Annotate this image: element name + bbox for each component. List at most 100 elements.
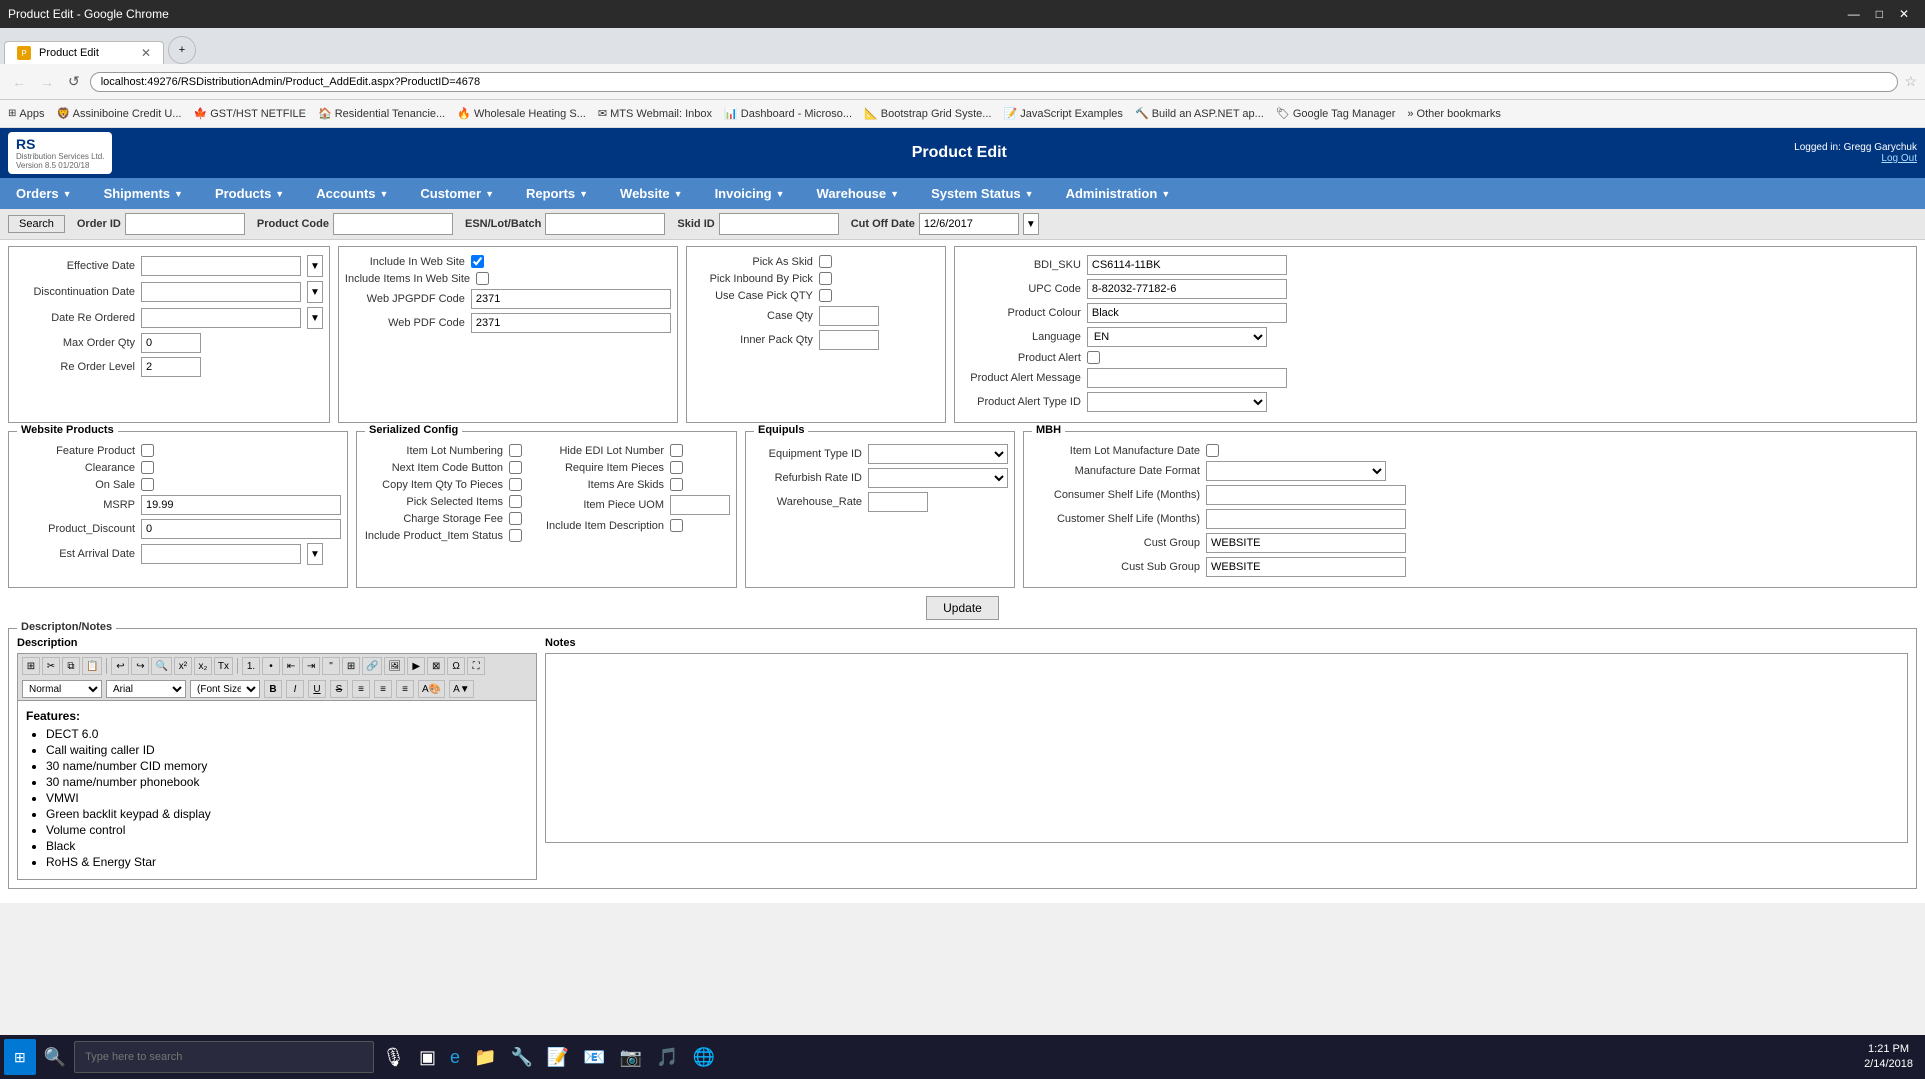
nav-customer[interactable]: Customer ▼ — [404, 178, 510, 209]
active-tab[interactable]: P Product Edit ✕ — [4, 41, 164, 64]
pick-inbound-checkbox[interactable] — [819, 272, 832, 285]
taskbar-cortana-btn[interactable]: 🎙 — [376, 1039, 411, 1075]
bookmark-bootstrap[interactable]: 📐 Bootstrap Grid Syste... — [864, 107, 991, 120]
bookmark-star[interactable]: ☆ — [1904, 73, 1917, 90]
refresh-btn[interactable]: ↺ — [64, 71, 84, 92]
re-order-level-input[interactable] — [141, 357, 201, 377]
cut-off-date-dropdown[interactable]: ▼ — [1023, 213, 1039, 235]
rte-align-center-btn[interactable]: ≡ — [374, 680, 392, 698]
product-discount-input[interactable] — [141, 519, 341, 539]
nav-invoicing[interactable]: Invoicing ▼ — [699, 178, 801, 209]
mfr-date-format-select[interactable] — [1206, 461, 1386, 481]
rte-symbol-btn[interactable]: Ω — [447, 657, 465, 675]
forward-btn[interactable]: → — [36, 72, 58, 92]
rte-style-select[interactable]: Normal — [22, 680, 102, 698]
on-sale-checkbox[interactable] — [141, 478, 154, 491]
rte-flash-btn[interactable]: ▶ — [407, 657, 425, 675]
rte-subscript-btn[interactable]: x₂ — [194, 657, 212, 675]
rte-table2-btn[interactable]: ⊠ — [427, 657, 445, 675]
cut-off-date-input[interactable] — [919, 213, 1019, 235]
taskbar-app5[interactable]: 🎵 — [650, 1039, 684, 1075]
rte-content[interactable]: Features: DECT 6.0 Call waiting caller I… — [17, 700, 537, 880]
nav-shipments[interactable]: Shipments ▼ — [88, 178, 199, 209]
bookmark-dashboard[interactable]: 📊 Dashboard - Microso... — [724, 107, 852, 120]
bdi-sku-input[interactable] — [1087, 255, 1287, 275]
minimize-btn[interactable]: — — [1840, 7, 1868, 21]
taskbar-task-view-btn[interactable]: ▣ — [413, 1039, 442, 1075]
nav-website[interactable]: Website ▼ — [604, 178, 699, 209]
address-input[interactable]: localhost:49276/RSDistributionAdmin/Prod… — [90, 72, 1899, 92]
product-colour-input[interactable] — [1087, 303, 1287, 323]
product-alert-type-select[interactable] — [1087, 392, 1267, 412]
discontinuation-date-input[interactable] — [141, 282, 301, 302]
nav-reports[interactable]: Reports ▼ — [510, 178, 604, 209]
rte-copy-btn[interactable]: ⧉ — [62, 657, 80, 675]
effective-date-input[interactable] — [141, 256, 301, 276]
copy-item-qty-checkbox[interactable] — [509, 478, 522, 491]
cust-group-input[interactable] — [1206, 533, 1406, 553]
bookmark-gtm[interactable]: 🏷 Google Tag Manager — [1276, 107, 1396, 120]
tab-close-btn[interactable]: ✕ — [141, 46, 151, 60]
item-piece-uom-input[interactable] — [670, 495, 730, 515]
max-order-qty-input[interactable] — [141, 333, 201, 353]
require-item-pieces-checkbox[interactable] — [670, 461, 683, 474]
customer-shelf-input[interactable] — [1206, 509, 1406, 529]
nav-products[interactable]: Products ▼ — [199, 178, 300, 209]
taskbar-app3[interactable]: 📧 — [577, 1039, 611, 1075]
rte-find-btn[interactable]: 🔍 — [151, 657, 171, 675]
nav-system-status[interactable]: System Status ▼ — [915, 178, 1050, 209]
bookmark-residential[interactable]: 🏠 Residential Tenancie... — [318, 107, 445, 120]
nav-accounts[interactable]: Accounts ▼ — [300, 178, 404, 209]
consumer-shelf-input[interactable] — [1206, 485, 1406, 505]
taskbar-app2[interactable]: 📝 — [541, 1039, 575, 1075]
nav-warehouse[interactable]: Warehouse ▼ — [801, 178, 916, 209]
rte-paste-btn[interactable]: 📋 — [82, 657, 102, 675]
back-btn[interactable]: ← — [8, 72, 30, 92]
rte-fontsize-select[interactable]: (Font Size) — [190, 680, 260, 698]
taskbar-app6[interactable]: 🌐 — [687, 1039, 721, 1075]
include-product-status-checkbox[interactable] — [509, 529, 522, 542]
est-arrival-input[interactable] — [141, 544, 301, 564]
cust-sub-group-input[interactable] — [1206, 557, 1406, 577]
order-id-input[interactable] — [125, 213, 245, 235]
warehouse-rate-input[interactable] — [868, 492, 928, 512]
clearance-checkbox[interactable] — [141, 461, 154, 474]
taskbar-ie-btn[interactable]: e — [444, 1039, 466, 1075]
esn-input[interactable] — [545, 213, 665, 235]
rte-outdent-btn[interactable]: ⇤ — [282, 657, 300, 675]
rte-bold-btn[interactable]: B — [264, 680, 282, 698]
include-items-checkbox[interactable] — [476, 272, 489, 285]
taskbar-search-input[interactable] — [74, 1041, 374, 1073]
rte-link-btn[interactable]: 🔗 — [362, 657, 382, 675]
case-qty-input[interactable] — [819, 306, 879, 326]
bookmark-apps[interactable]: ⊞ Apps — [8, 108, 44, 120]
rte-removeformat-btn[interactable]: Tx — [214, 657, 233, 675]
rte-align-right-btn[interactable]: ≡ — [396, 680, 414, 698]
include-web-site-checkbox[interactable] — [471, 255, 484, 268]
rte-bgcolor-btn[interactable]: A▼ — [449, 680, 474, 698]
items-are-skids-checkbox[interactable] — [670, 478, 683, 491]
equipment-type-select[interactable] — [868, 444, 1008, 464]
maximize-btn[interactable]: □ — [1868, 7, 1891, 21]
feature-product-checkbox[interactable] — [141, 444, 154, 457]
product-alert-checkbox[interactable] — [1087, 351, 1100, 364]
charge-storage-checkbox[interactable] — [509, 512, 522, 525]
hide-edi-lot-checkbox[interactable] — [670, 444, 683, 457]
date-re-ordered-input[interactable] — [141, 308, 301, 328]
pick-as-skid-checkbox[interactable] — [819, 255, 832, 268]
product-alert-msg-input[interactable] — [1087, 368, 1287, 388]
rte-ol-btn[interactable]: 1. — [242, 657, 260, 675]
rte-redo-btn[interactable]: ↪ — [131, 657, 149, 675]
rte-blockquote-btn[interactable]: " — [322, 657, 340, 675]
bookmark-other[interactable]: » Other bookmarks — [1407, 108, 1501, 120]
start-button[interactable]: ⊞ — [4, 1039, 36, 1075]
rte-undo-btn[interactable]: ↩ — [111, 657, 129, 675]
skid-id-input[interactable] — [719, 213, 839, 235]
bookmark-js[interactable]: 📝 JavaScript Examples — [1003, 107, 1122, 120]
rte-table-btn[interactable]: ⊞ — [342, 657, 360, 675]
include-item-desc-checkbox[interactable] — [670, 519, 683, 532]
bookmark-gst[interactable]: 🍁 GST/HST NETFILE — [193, 107, 306, 120]
product-code-input[interactable] — [333, 213, 453, 235]
upc-code-input[interactable] — [1087, 279, 1287, 299]
rte-font-select[interactable]: Arial — [106, 680, 186, 698]
